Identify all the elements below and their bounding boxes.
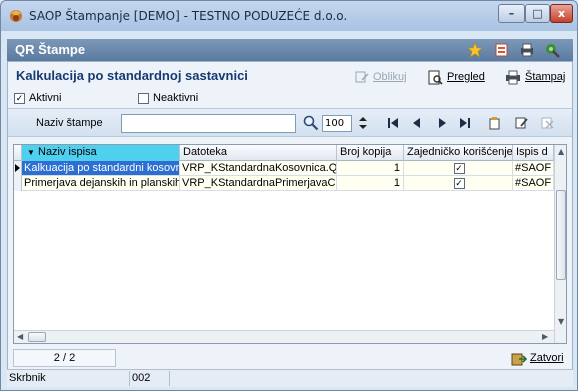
table-row[interactable]: Primerjava dejanskih in planskih VRP_KSt… bbox=[14, 176, 554, 191]
edit-record-icon[interactable] bbox=[515, 116, 529, 130]
vertical-scroll-thumb[interactable] bbox=[556, 190, 566, 280]
app-icon bbox=[10, 10, 22, 22]
cell-copies[interactable]: 1 bbox=[337, 176, 404, 191]
shared-checkbox[interactable]: ✓ bbox=[453, 178, 465, 189]
row-pointer-icon bbox=[15, 164, 20, 172]
export-icon[interactable] bbox=[494, 42, 510, 58]
first-record-icon[interactable] bbox=[386, 116, 400, 130]
new-record-icon[interactable] bbox=[488, 116, 502, 130]
close-icon: x bbox=[557, 7, 566, 20]
record-limit-input[interactable]: 100 bbox=[322, 115, 352, 132]
print-button[interactable]: Štampaj bbox=[505, 68, 565, 86]
delete-record-icon[interactable] bbox=[541, 116, 555, 130]
record-counter: 2 / 2 bbox=[13, 349, 116, 367]
indicator-header bbox=[14, 145, 22, 161]
format-icon bbox=[355, 71, 369, 83]
reports-table: ▼ Naziv ispisa Datoteka Broj kopija Zaje… bbox=[13, 144, 567, 344]
active-checkbox[interactable]: ✓ bbox=[14, 92, 25, 104]
active-label: Aktivni bbox=[29, 92, 62, 104]
cell-name[interactable]: Kalkuacija po standardni kosovr bbox=[22, 161, 180, 176]
current-row-indicator bbox=[14, 161, 22, 176]
column-label: Naziv ispisa bbox=[38, 146, 97, 158]
close-window-button[interactable]: x bbox=[550, 4, 573, 23]
tools-icon[interactable] bbox=[545, 42, 561, 58]
table-row[interactable]: Kalkuacija po standardni kosovr VRP_KSta… bbox=[14, 161, 554, 176]
column-label: Zajedničko korišćenje bbox=[407, 146, 513, 158]
inactive-checkbox[interactable] bbox=[138, 92, 149, 104]
print-icon bbox=[506, 70, 520, 84]
minimize-button[interactable]: – bbox=[498, 4, 525, 23]
print-label: Štampaj bbox=[525, 71, 566, 83]
search-label: Naziv štampe bbox=[36, 117, 103, 129]
search-icon[interactable] bbox=[303, 114, 319, 132]
search-bar: Naziv štampe 100 bbox=[8, 108, 572, 137]
maximize-button[interactable]: □ bbox=[525, 4, 550, 23]
scroll-up-icon[interactable]: ▲ bbox=[558, 147, 564, 156]
minimize-icon: – bbox=[508, 7, 515, 20]
active-filter[interactable]: ✓ Aktivni bbox=[14, 92, 61, 104]
close-label: Zatvori bbox=[530, 352, 564, 364]
table-header: ▼ Naziv ispisa Datoteka Broj kopija Zaje… bbox=[14, 145, 566, 161]
column-label: Ispis d bbox=[516, 146, 548, 158]
report-title: Kalkulacija po standardnoj sastavnici bbox=[16, 68, 248, 83]
main-window: SAOP Štampanje [DEMO] - TESTNO PODUZEĆE … bbox=[0, 0, 578, 391]
scroll-down-icon[interactable]: ▼ bbox=[558, 317, 564, 326]
cell-print[interactable]: #SAOF bbox=[513, 176, 554, 191]
preview-label: Pregled bbox=[447, 71, 485, 83]
column-header-name[interactable]: ▼ Naziv ispisa bbox=[22, 145, 180, 161]
cell-copies[interactable]: 1 bbox=[337, 161, 404, 176]
search-input[interactable] bbox=[121, 114, 296, 133]
row-indicator bbox=[14, 176, 22, 191]
inactive-filter[interactable]: Neaktivni bbox=[138, 92, 198, 104]
column-header-shared[interactable]: Zajedničko korišćenje bbox=[404, 145, 513, 161]
column-header-file[interactable]: Datoteka bbox=[180, 145, 337, 161]
column-header-print[interactable]: Ispis d bbox=[513, 145, 554, 161]
cell-file[interactable]: VRP_KStandardnaKosovnica.QR bbox=[180, 161, 337, 176]
sort-desc-icon: ▼ bbox=[27, 148, 35, 157]
section-title: QR Štampe bbox=[15, 42, 86, 57]
shared-checkbox[interactable]: ✓ bbox=[453, 163, 465, 174]
preview-icon bbox=[428, 70, 443, 85]
inactive-label: Neaktivni bbox=[153, 92, 199, 104]
preview-button[interactable]: Pregled bbox=[428, 68, 485, 86]
window-title: SAOP Štampanje [DEMO] - TESTNO PODUZEĆE … bbox=[29, 9, 348, 23]
star-icon[interactable] bbox=[467, 42, 483, 58]
next-record-icon[interactable] bbox=[435, 116, 449, 130]
maximize-icon: □ bbox=[532, 7, 543, 20]
format-button[interactable]: Oblikuj bbox=[355, 68, 407, 86]
status-code: 002 bbox=[130, 371, 170, 386]
close-button[interactable]: Zatvori bbox=[511, 349, 564, 367]
column-label: Broj kopija bbox=[340, 146, 392, 158]
limit-spinner-icon[interactable] bbox=[355, 115, 371, 131]
status-bar: Skrbnik 002 bbox=[7, 369, 573, 387]
format-label: Oblikuj bbox=[373, 71, 407, 83]
cell-shared[interactable]: ✓ bbox=[404, 176, 513, 191]
scroll-left-icon[interactable]: ◀ bbox=[17, 332, 23, 341]
cell-file[interactable]: VRP_KStandardnaPrimerjavaCe bbox=[180, 176, 337, 191]
title-bar[interactable]: SAOP Štampanje [DEMO] - TESTNO PODUZEĆE … bbox=[1, 1, 577, 31]
cell-shared[interactable]: ✓ bbox=[404, 161, 513, 176]
prev-record-icon[interactable] bbox=[410, 116, 424, 130]
status-user: Skrbnik bbox=[7, 371, 130, 386]
cell-print[interactable]: #SAOF bbox=[513, 161, 554, 176]
column-label: Datoteka bbox=[183, 146, 228, 158]
horizontal-scrollbar[interactable]: ◀ ▶ bbox=[14, 330, 554, 343]
cell-name[interactable]: Primerjava dejanskih in planskih bbox=[22, 176, 180, 191]
vertical-scrollbar[interactable]: ▲ ▼ bbox=[554, 145, 566, 343]
exit-icon bbox=[511, 353, 527, 365]
scroll-right-icon[interactable]: ▶ bbox=[542, 332, 548, 341]
last-record-icon[interactable] bbox=[458, 116, 472, 130]
horizontal-scroll-thumb[interactable] bbox=[28, 332, 46, 342]
main-panel: Kalkulacija po standardnoj sastavnici Ob… bbox=[7, 61, 573, 386]
printer-icon[interactable] bbox=[519, 42, 535, 58]
column-header-copies[interactable]: Broj kopija bbox=[337, 145, 404, 161]
section-header: QR Štampe bbox=[7, 39, 573, 61]
